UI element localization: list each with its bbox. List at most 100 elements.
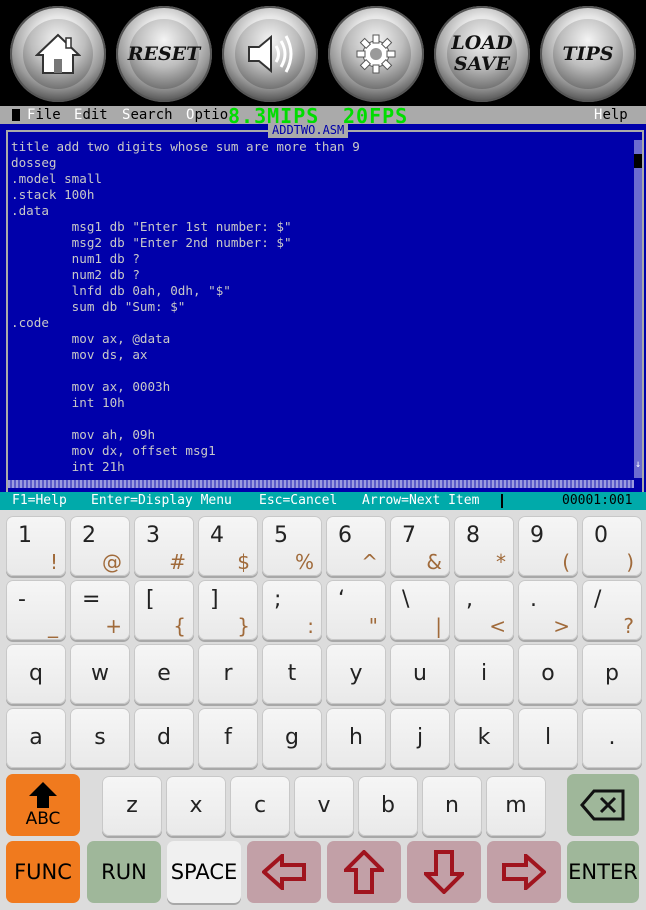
menu-file[interactable]: File [27,106,61,124]
home-button[interactable] [10,6,106,102]
left-arrow-key[interactable] [247,841,321,903]
key-k[interactable]: k [454,708,514,768]
key-m[interactable]: m [486,776,546,836]
key-o[interactable]: o [518,644,578,704]
key-label: e [157,661,171,686]
key-symbol[interactable]: \ | [390,580,450,640]
status-separator [501,494,503,508]
down-arrow-key[interactable] [407,841,481,903]
key-symbol[interactable]: , < [454,580,514,640]
key-symbol[interactable]: /? [582,580,642,640]
code-line: num1 db ? [11,251,140,266]
key-d[interactable]: d [134,708,194,768]
key-j[interactable]: j [390,708,450,768]
key-q[interactable]: q [6,644,66,704]
key-u[interactable]: u [390,644,450,704]
horizontal-scrollbar[interactable] [8,480,634,488]
key-symbol[interactable]: ]} [198,580,258,640]
load-save-button[interactable]: LOAD SAVE [434,6,530,102]
enter-key[interactable]: ENTER [567,841,639,903]
key-b[interactable]: b [358,776,418,836]
scroll-thumb[interactable] [634,154,642,168]
key-t[interactable]: t [262,644,322,704]
up-arrow-key[interactable] [327,841,401,903]
key-period[interactable]: . > [518,580,578,640]
backspace-key[interactable] [567,774,639,836]
key-1[interactable]: 1! [6,516,66,576]
key-shift-label: % [294,550,314,574]
key-z[interactable]: z [102,776,162,836]
code-line: int 21h [11,459,125,474]
key-label: 7 [402,523,416,548]
key-e[interactable]: e [134,644,194,704]
dos-screen[interactable]: File Edit Search Optio Help 8.3MIPS 20FP… [0,104,646,510]
key-period[interactable]: . [582,708,642,768]
key-symbol[interactable]: = + [70,580,130,640]
key-i[interactable]: i [454,644,514,704]
key-f[interactable]: f [198,708,258,768]
menu-options[interactable]: Optio [186,106,228,124]
key-4[interactable]: 4 $ [198,516,258,576]
tips-button[interactable]: TIPS [540,6,636,102]
func-key[interactable]: FUNC [6,841,80,903]
scroll-down-arrow-icon[interactable]: ↓ [634,460,642,470]
key-label: 2 [82,523,96,548]
status-esc: Esc=Cancel [259,493,338,508]
key-symbol[interactable]: ‘" [326,580,386,640]
key-symbol[interactable]: [{ [134,580,194,640]
key-h[interactable]: h [326,708,386,768]
vertical-scrollbar[interactable] [634,140,642,478]
settings-button[interactable] [328,6,424,102]
key-3[interactable]: 3 # [134,516,194,576]
key-6[interactable]: 6 ^ [326,516,386,576]
key-symbol[interactable]: - _ [6,580,66,640]
code-editor[interactable]: title add two digits whose sum are more … [11,139,360,475]
key-label: d [157,725,171,750]
key-r[interactable]: r [198,644,258,704]
speaker-icon [248,34,293,74]
key-8[interactable]: 8 * [454,516,514,576]
space-key[interactable]: SPACE [167,841,241,903]
key-label: 1 [18,523,32,548]
key-c[interactable]: c [230,776,290,836]
key-a[interactable]: a [6,708,66,768]
key-9[interactable]: 9( [518,516,578,576]
key-l[interactable]: l [518,708,578,768]
tips-label: TIPS [562,42,614,65]
key-y[interactable]: y [326,644,386,704]
key-w[interactable]: w [70,644,130,704]
key-g[interactable]: g [262,708,322,768]
key-n[interactable]: n [422,776,482,836]
key-symbol[interactable]: ;: [262,580,322,640]
key-v[interactable]: v [294,776,354,836]
key-7[interactable]: 7 & [390,516,450,576]
sound-button[interactable] [222,6,318,102]
key-label: [ [146,587,155,612]
key-x[interactable]: x [166,776,226,836]
code-line: mov ds, ax [11,347,148,362]
right-arrow-key[interactable] [487,841,561,903]
key-label: o [541,661,555,686]
key-0[interactable]: 0) [582,516,642,576]
menu-edit[interactable]: Edit [74,106,108,124]
shift-key[interactable]: ABC [6,774,80,836]
key-label: 6 [338,523,352,548]
key-label: ] [210,587,219,612]
key-s[interactable]: s [70,708,130,768]
key-label: a [29,725,43,750]
shift-label: ABC [25,809,61,829]
menu-search[interactable]: Search [122,106,173,124]
key-2[interactable]: 2 @ [70,516,130,576]
menu-help[interactable]: Help [594,106,628,124]
arrow-left-icon [262,854,306,890]
code-line: msg1 db "Enter 1st number: $" [11,219,292,234]
key-5[interactable]: 5% [262,516,322,576]
reset-button[interactable]: RESET [116,6,212,102]
key-label: b [381,793,395,818]
key-label: p [605,661,619,686]
fps-readout: 20FPS [343,104,409,128]
code-line: mov dx, offset msg1 [11,443,216,458]
run-key[interactable]: RUN [87,841,161,903]
key-p[interactable]: p [582,644,642,704]
code-line: mov ax, 0003h [11,379,171,394]
